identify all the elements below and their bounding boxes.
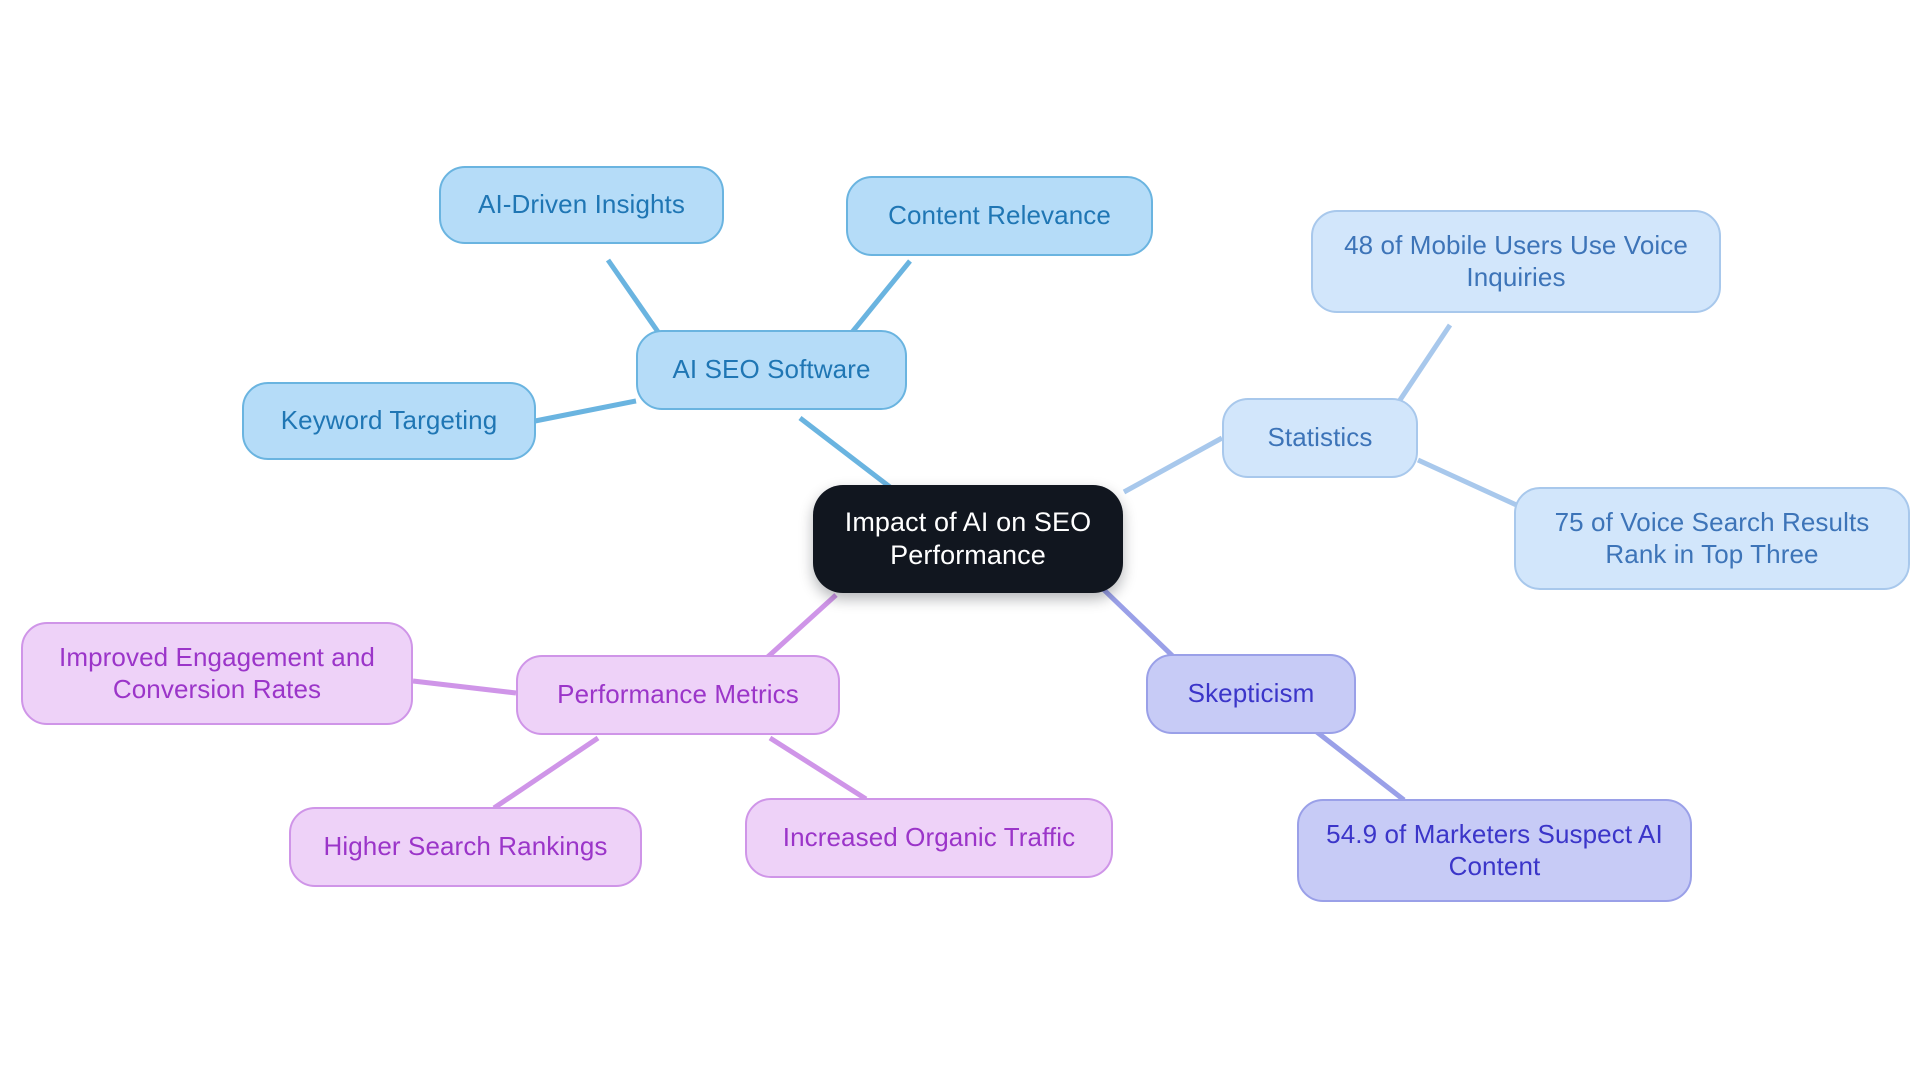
node-label: Performance Metrics [557, 679, 799, 710]
edge-root-to-statistics [1122, 435, 1224, 495]
node-label: Higher Search Rankings [323, 831, 608, 862]
node-label: Increased Organic Traffic [782, 822, 1076, 853]
edge-ai-seo-software-to-keyword-targeting [534, 398, 637, 424]
edge-statistics-to-mobile-voice [1391, 323, 1453, 411]
edge-performance-metrics-to-higher-rankings [492, 735, 600, 811]
node-label: Improved Engagement and Conversion Rates [59, 641, 375, 704]
edge-statistics-to-voice-rank [1416, 457, 1525, 511]
edge-performance-metrics-to-organic-traffic [768, 735, 868, 802]
node-mobile-voice-inquiries[interactable]: 48 of Mobile Users Use Voice Inquiries [1311, 210, 1721, 313]
node-label: AI SEO Software [672, 354, 871, 385]
node-improved-engagement[interactable]: Improved Engagement and Conversion Rates [21, 622, 413, 725]
node-label: Content Relevance [888, 200, 1111, 231]
node-statistics[interactable]: Statistics [1222, 398, 1418, 478]
node-ai-seo-software[interactable]: AI SEO Software [636, 330, 907, 410]
node-skepticism[interactable]: Skepticism [1146, 654, 1356, 734]
node-performance-metrics[interactable]: Performance Metrics [516, 655, 840, 735]
node-label: Impact of AI on SEO Performance [844, 507, 1092, 570]
node-label: Statistics [1267, 422, 1373, 453]
node-label: Skepticism [1187, 678, 1315, 709]
node-label: 54.9 of Marketers Suspect AI Content [1326, 818, 1663, 881]
edge-root-to-performance-metrics [758, 593, 838, 666]
mind-map-canvas: AI-Driven Insights Content Relevance Key… [0, 0, 1920, 1083]
node-higher-search-rankings[interactable]: Higher Search Rankings [289, 807, 642, 887]
node-content-relevance[interactable]: Content Relevance [846, 176, 1153, 256]
node-keyword-targeting[interactable]: Keyword Targeting [242, 382, 536, 460]
node-voice-search-rank[interactable]: 75 of Voice Search Results Rank in Top T… [1514, 487, 1910, 590]
edge-skepticism-to-marketers-suspect [1311, 727, 1406, 802]
node-label: Keyword Targeting [280, 405, 498, 436]
node-increased-organic-traffic[interactable]: Increased Organic Traffic [745, 798, 1113, 878]
node-label: AI-Driven Insights [478, 189, 685, 220]
node-label: 75 of Voice Search Results Rank in Top T… [1554, 506, 1870, 569]
node-marketers-suspect-ai-content[interactable]: 54.9 of Marketers Suspect AI Content [1297, 799, 1692, 902]
node-ai-driven-insights[interactable]: AI-Driven Insights [439, 166, 724, 244]
edge-root-to-ai-seo-software [798, 416, 892, 489]
node-root-impact-of-ai-on-seo-performance[interactable]: Impact of AI on SEO Performance [813, 485, 1123, 593]
node-label: 48 of Mobile Users Use Voice Inquiries [1344, 229, 1688, 292]
edge-performance-metrics-to-improved-engagement [412, 678, 517, 696]
